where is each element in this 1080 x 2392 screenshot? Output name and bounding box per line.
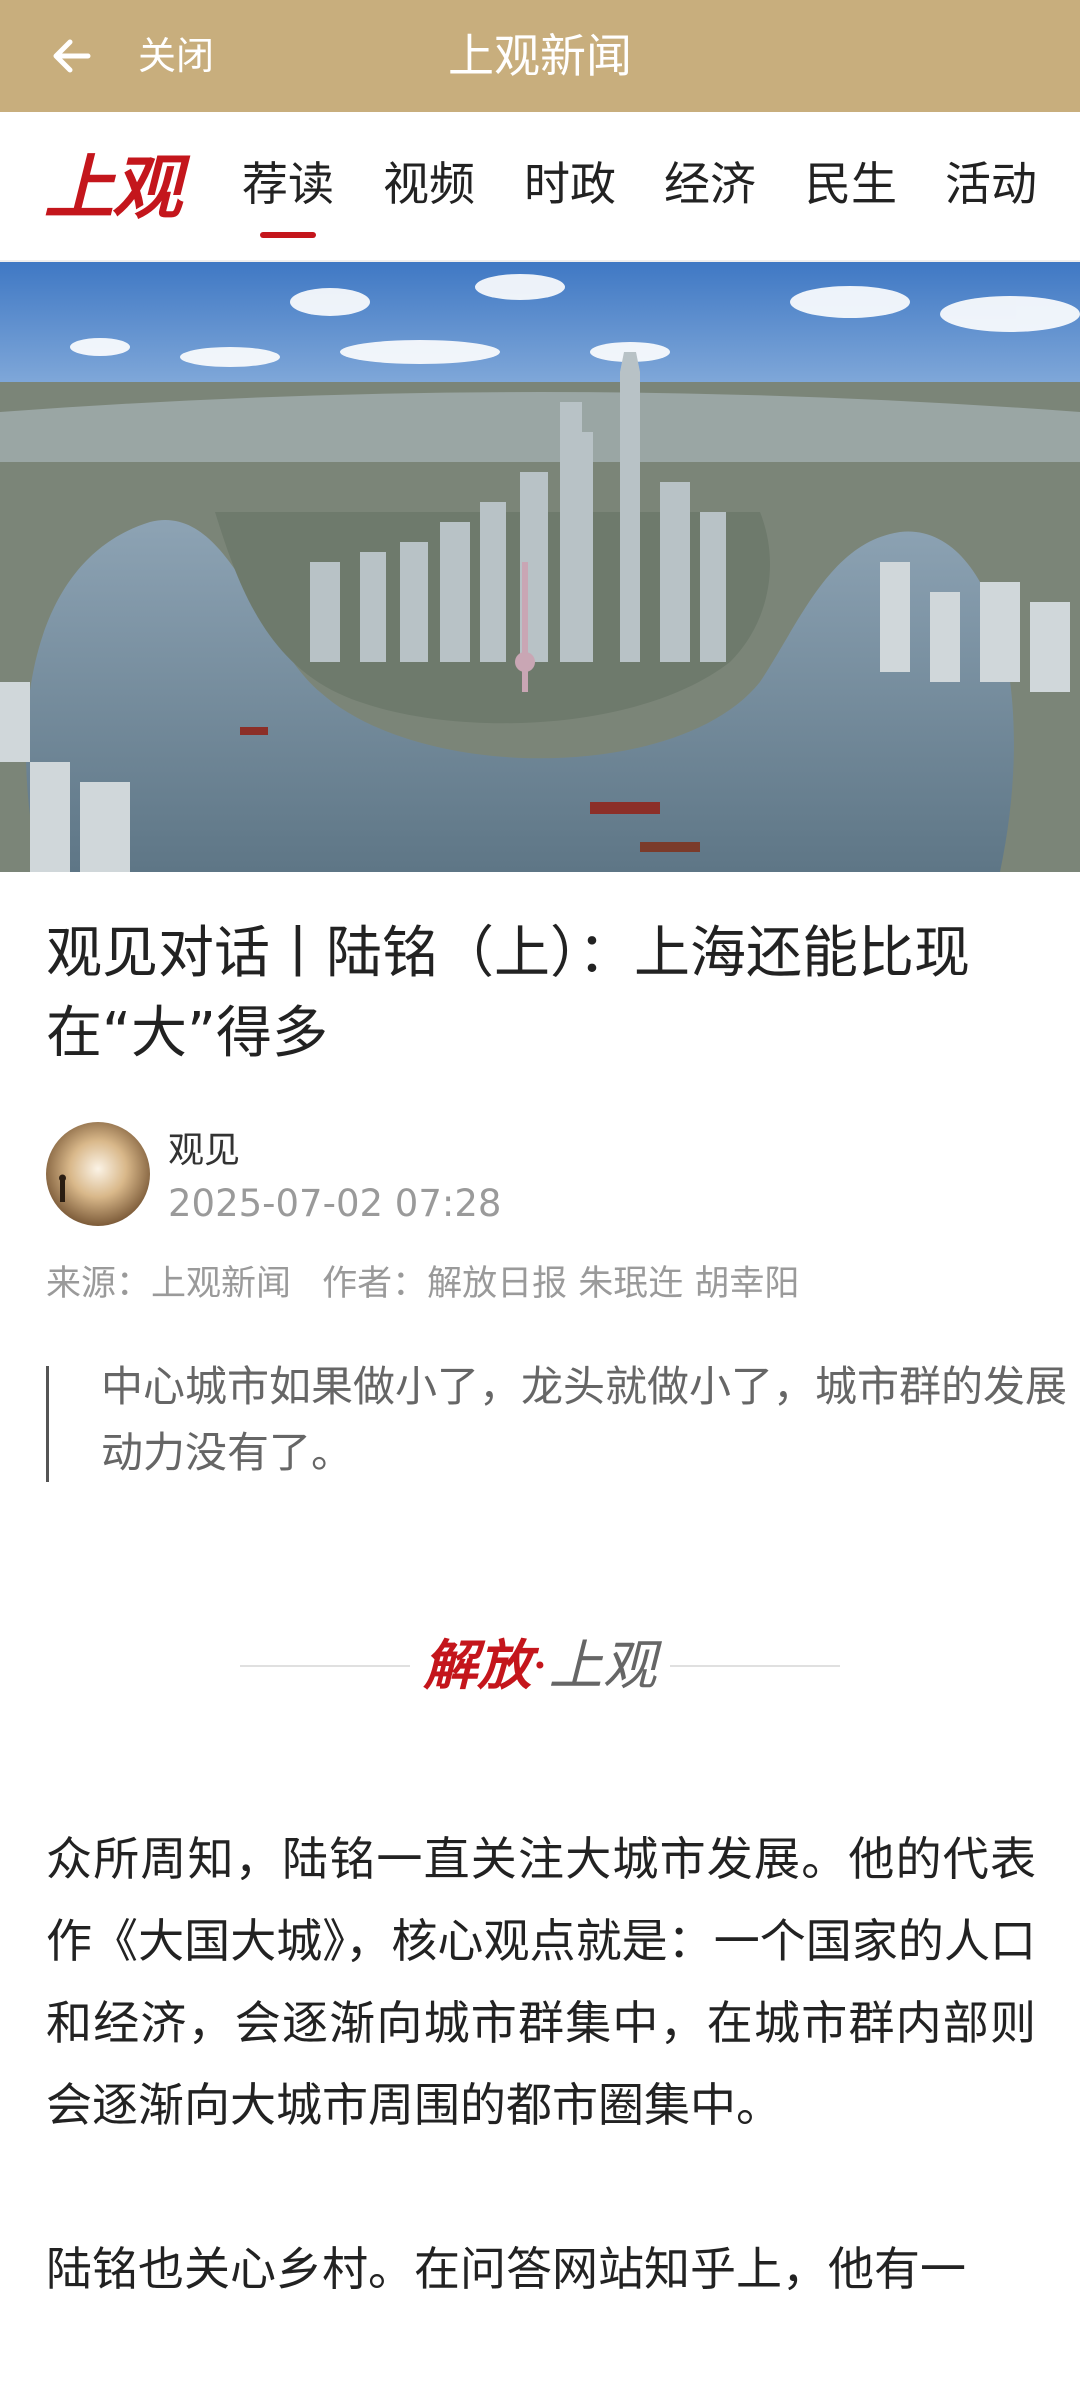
channel-nav: 上观 荐读 视频 时政 经济 民生 活动: [0, 112, 1080, 262]
tab-video[interactable]: 视频: [383, 156, 475, 212]
top-bar: 关闭 上观新闻: [0, 0, 1080, 112]
brand-divider: 解放·上观: [240, 1620, 840, 1710]
author-label: 作者：解放日报 朱珉迕 胡幸阳: [322, 1264, 800, 1304]
tab-livelihood[interactable]: 民生: [805, 156, 897, 212]
tab-economy[interactable]: 经济: [664, 156, 756, 212]
avatar[interactable]: [46, 1122, 150, 1226]
hero-image[interactable]: [0, 262, 1080, 872]
tab-politics[interactable]: 时政: [524, 156, 616, 212]
article-body: 众所周知，陆铭一直关注大城市发展。他的代表作《大国大城》，核心观点就是：一个国家…: [46, 1818, 1036, 2392]
paragraph: 众所周知，陆铭一直关注大城市发展。他的代表作《大国大城》，核心观点就是：一个国家…: [46, 1832, 1036, 2132]
divider-line-right: [670, 1665, 840, 1667]
author-name[interactable]: 观见: [168, 1130, 240, 1172]
article-title: 观见对话丨陆铭（上）：上海还能比现在“大”得多: [46, 921, 970, 1066]
tab-events[interactable]: 活动: [945, 156, 1037, 212]
page-title: 上观新闻: [448, 29, 632, 83]
source-label: 来源：上观新闻: [46, 1264, 292, 1304]
lead-quote: 中心城市如果做小了，龙头就做小了，城市群的发展动力没有了。: [46, 1362, 1067, 1482]
logo[interactable]: 上观: [44, 148, 182, 228]
divider-line-left: [240, 1665, 410, 1667]
tab-recommended[interactable]: 荐读: [242, 156, 334, 238]
publish-time: 2025-07-02 07:28: [168, 1182, 502, 1225]
brand-logo: 解放·上观: [423, 1633, 657, 1697]
quote-text: 中心城市如果做小了，龙头就做小了，城市群的发展动力没有了。: [101, 1362, 1068, 1477]
article-meta: 来源：上观新闻 作者：解放日报 朱珉迕 胡幸阳: [46, 1262, 819, 1306]
paragraph: 陆铭也关心乡村。在问答网站知乎上，他有一: [46, 2242, 966, 2296]
